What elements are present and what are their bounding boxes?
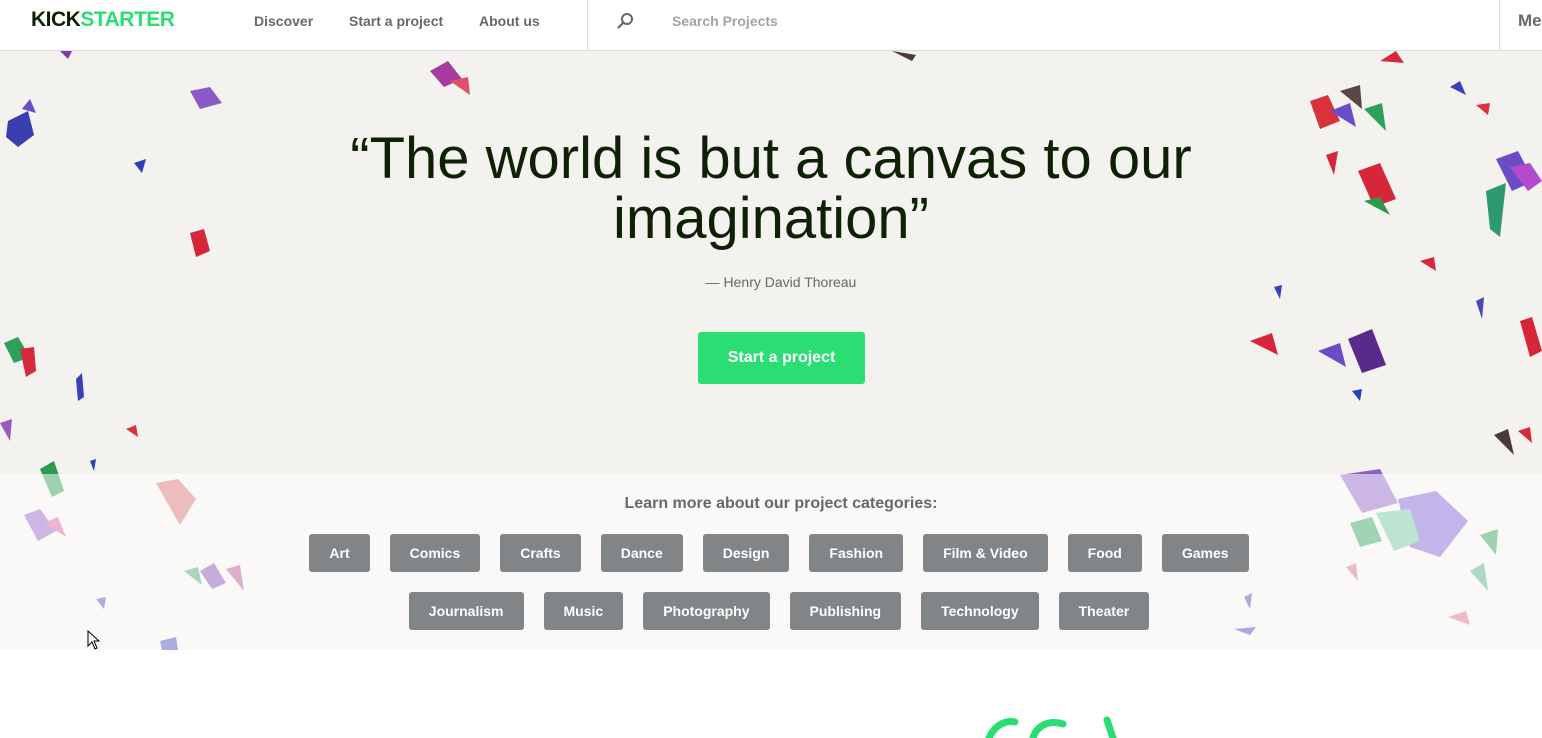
category-publishing-button[interactable]: Publishing [789, 592, 902, 630]
nav-divider [587, 0, 588, 51]
categories-row-2: Journalism Music Photography Publishing … [0, 592, 1542, 630]
start-project-button[interactable]: Start a project [698, 332, 865, 384]
logo-text-starter: STARTER [80, 8, 175, 31]
category-fashion-button[interactable]: Fashion [809, 534, 904, 572]
nav-discover-link[interactable]: Discover [254, 13, 313, 29]
categories-section: Learn more about our project categories:… [0, 474, 1542, 650]
search-icon[interactable] [616, 12, 634, 30]
me-menu-link[interactable]: Me [1518, 11, 1542, 31]
nav-about-us-link[interactable]: About us [479, 13, 540, 29]
stats-number-partial [985, 716, 1117, 738]
mouse-cursor-icon [87, 630, 101, 650]
category-journalism-button[interactable]: Journalism [408, 592, 524, 630]
category-design-button[interactable]: Design [702, 534, 790, 572]
search-input[interactable] [672, 9, 972, 33]
kickstarter-logo[interactable]: KICKSTARTER [31, 8, 175, 32]
logo-text-kick: KICK [31, 8, 81, 31]
category-crafts-button[interactable]: Crafts [500, 534, 581, 572]
quote-attribution: — Henry David Thoreau [705, 274, 857, 290]
category-games-button[interactable]: Games [1161, 534, 1249, 572]
category-photography-button[interactable]: Photography [643, 592, 770, 630]
top-navigation: KICKSTARTER Discover Start a project Abo… [0, 0, 1542, 51]
category-comics-button[interactable]: Comics [389, 534, 481, 572]
hero-section: “The world is but a canvas to our imagin… [0, 51, 1542, 650]
hero-quote: “The world is but a canvas to our imagin… [350, 126, 1192, 251]
category-food-button[interactable]: Food [1067, 534, 1142, 572]
nav-divider-right [1499, 0, 1500, 51]
category-technology-button[interactable]: Technology [921, 592, 1039, 630]
nav-start-project-link[interactable]: Start a project [349, 13, 443, 29]
categories-heading: Learn more about our project categories: [624, 495, 938, 512]
category-dance-button[interactable]: Dance [600, 534, 683, 572]
categories-row-1: Art Comics Crafts Dance Design Fashion F… [0, 534, 1542, 572]
category-film-video-button[interactable]: Film & Video [923, 534, 1048, 572]
category-theater-button[interactable]: Theater [1058, 592, 1150, 630]
category-music-button[interactable]: Music [543, 592, 624, 630]
category-art-button[interactable]: Art [309, 534, 370, 572]
